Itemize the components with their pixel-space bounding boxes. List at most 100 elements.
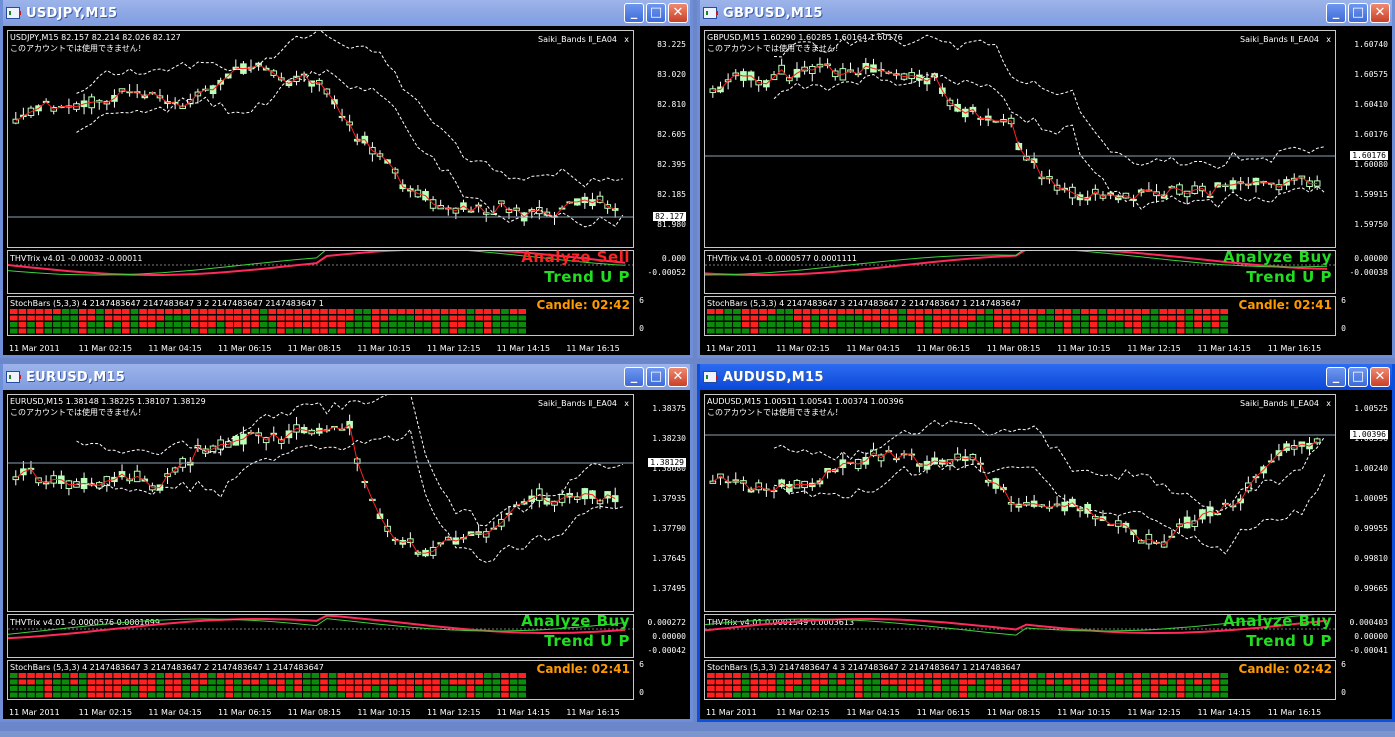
stoch-cell bbox=[1142, 673, 1150, 678]
stoch-cell bbox=[225, 315, 234, 321]
maximize-button[interactable]: □ bbox=[1348, 367, 1368, 387]
price-pane[interactable]: AUDUSD,M15 1.00511 1.00541 1.00374 1.003… bbox=[704, 394, 1336, 612]
stoch-cell bbox=[122, 692, 130, 698]
stoch-cell bbox=[346, 315, 354, 321]
stoch-cell bbox=[750, 315, 759, 321]
stoch-cell bbox=[1159, 692, 1168, 698]
stoch-cell bbox=[750, 686, 759, 691]
stoch-cell bbox=[863, 315, 872, 321]
stoch-cell bbox=[173, 679, 182, 685]
price-pane[interactable]: EURUSD,M15 1.38148 1.38225 1.38107 1.381… bbox=[7, 394, 634, 612]
maximize-button[interactable]: □ bbox=[1348, 3, 1368, 23]
stoch-cell bbox=[767, 673, 776, 678]
minimize-button[interactable]: _ bbox=[1326, 367, 1346, 387]
stoch-cell bbox=[811, 328, 820, 334]
window-title-bar[interactable]: GBPUSD,M15 _ □ ✕ bbox=[700, 0, 1392, 26]
stoch-cell bbox=[10, 692, 18, 698]
stoch-cell bbox=[199, 673, 208, 678]
stoch-cell bbox=[113, 315, 122, 321]
stoch-cell bbox=[1168, 692, 1176, 698]
maximize-button[interactable]: □ bbox=[646, 367, 666, 387]
stoch-cell bbox=[1107, 673, 1115, 678]
window-title: GBPUSD,M15 bbox=[723, 5, 823, 21]
stoch-cell bbox=[811, 315, 820, 321]
stoch-cell bbox=[44, 309, 53, 314]
stoch-cell bbox=[182, 328, 190, 334]
stoch-cell bbox=[509, 315, 518, 321]
stoch-cell bbox=[1220, 686, 1228, 691]
stoch-cell bbox=[466, 309, 475, 314]
chart-window-audusd[interactable]: AUDUSD,M15 _ □ ✕ AUDUSD,M15 1.00511 1.00541 … bbox=[697, 364, 1395, 722]
trend-signal: Trend U P bbox=[1246, 632, 1332, 650]
stoch-cell bbox=[959, 315, 967, 321]
stoch-cell bbox=[1011, 328, 1020, 334]
close-button[interactable]: ✕ bbox=[668, 367, 688, 387]
window-title-bar[interactable]: EURUSD,M15 _ □ ✕ bbox=[3, 364, 690, 390]
stoch-cell bbox=[1168, 686, 1176, 691]
window-title-bar[interactable]: USDJPY,M15 _ □ ✕ bbox=[3, 0, 690, 26]
stoch-cell bbox=[311, 322, 320, 327]
stoch-cell bbox=[1211, 315, 1220, 321]
stoch-cell bbox=[147, 315, 156, 321]
stoch-cell bbox=[397, 686, 406, 691]
stoch-cell bbox=[234, 673, 242, 678]
stoch-cell bbox=[828, 309, 837, 314]
stoch-cell bbox=[363, 686, 371, 691]
stoch-cell bbox=[863, 322, 872, 327]
price-pane[interactable]: GBPUSD,M15 1.60290 1.60285 1.60164 1.601… bbox=[704, 30, 1336, 248]
stoch-cell bbox=[1046, 328, 1054, 334]
stoch-cell bbox=[759, 322, 767, 327]
stoch-cell bbox=[1211, 309, 1220, 314]
stoch-cell bbox=[767, 692, 776, 698]
stoch-cell bbox=[767, 309, 776, 314]
price-pane[interactable]: USDJPY,M15 82.157 82.214 82.026 82.127 この… bbox=[7, 30, 634, 248]
stoch-cell bbox=[1159, 328, 1168, 334]
stoch-cell bbox=[950, 679, 959, 685]
stoch-cell bbox=[18, 686, 27, 691]
stoch-cell bbox=[820, 679, 828, 685]
stoch-cell bbox=[225, 309, 234, 314]
stoch-cell bbox=[1002, 309, 1011, 314]
close-button[interactable]: ✕ bbox=[1370, 3, 1390, 23]
chart-window-gbpusd[interactable]: GBPUSD,M15 _ □ ✕ GBPUSD,M15 1.60290 1.60285 … bbox=[697, 0, 1395, 358]
close-button[interactable]: ✕ bbox=[668, 3, 688, 23]
stoch-cell bbox=[130, 692, 139, 698]
stoch-cell bbox=[1159, 322, 1168, 327]
stoch-cell bbox=[733, 328, 741, 334]
time-axis-label: 11 Mar 04:15 bbox=[148, 344, 202, 353]
window-title-bar[interactable]: AUDUSD,M15 _ □ ✕ bbox=[700, 364, 1392, 390]
minimize-button[interactable]: _ bbox=[624, 367, 644, 387]
stoch-cell bbox=[87, 673, 96, 678]
stoch-cell bbox=[35, 679, 44, 685]
stoch-cell bbox=[389, 692, 397, 698]
stoch-cell bbox=[741, 322, 750, 327]
chart-area[interactable]: AUDUSD,M15 1.00511 1.00541 1.00374 1.003… bbox=[700, 390, 1392, 719]
stoch-cell bbox=[35, 315, 44, 321]
minimize-button[interactable]: _ bbox=[1326, 3, 1346, 23]
stoch-cell bbox=[1081, 328, 1089, 334]
stoch-cell bbox=[898, 309, 907, 314]
stoch-cell bbox=[346, 686, 354, 691]
time-axis-label: 11 Mar 04:15 bbox=[148, 708, 202, 717]
chart-area[interactable]: USDJPY,M15 82.157 82.214 82.026 82.127 この… bbox=[3, 26, 690, 355]
chart-area[interactable]: GBPUSD,M15 1.60290 1.60285 1.60164 1.601… bbox=[700, 26, 1392, 355]
chart-window-usdjpy[interactable]: USDJPY,M15 _ □ ✕ USDJPY,M15 82.157 82.214 82… bbox=[0, 0, 693, 358]
chart-area[interactable]: EURUSD,M15 1.38148 1.38225 1.38107 1.381… bbox=[3, 390, 690, 719]
stoch-cell bbox=[1098, 673, 1107, 678]
stoch-cell bbox=[104, 322, 113, 327]
stoch-cell bbox=[337, 309, 346, 314]
stoch-cell bbox=[933, 692, 941, 698]
minimize-button[interactable]: _ bbox=[624, 3, 644, 23]
trix-scale-label: 0.00000 bbox=[1354, 254, 1388, 263]
stoch-cell bbox=[715, 328, 724, 334]
chart-window-eurusd[interactable]: EURUSD,M15 _ □ ✕ EURUSD,M15 1.38148 1.38225 … bbox=[0, 364, 693, 722]
stoch-cell bbox=[776, 679, 785, 685]
stoch-cell bbox=[475, 673, 483, 678]
stoch-cell bbox=[53, 686, 61, 691]
stoch-cell bbox=[837, 686, 846, 691]
time-axis-label: 11 Mar 14:15 bbox=[496, 344, 551, 353]
maximize-button[interactable]: □ bbox=[646, 3, 666, 23]
close-button[interactable]: ✕ bbox=[1370, 367, 1390, 387]
stoch-cell bbox=[776, 673, 785, 678]
stoch-cell bbox=[423, 686, 432, 691]
